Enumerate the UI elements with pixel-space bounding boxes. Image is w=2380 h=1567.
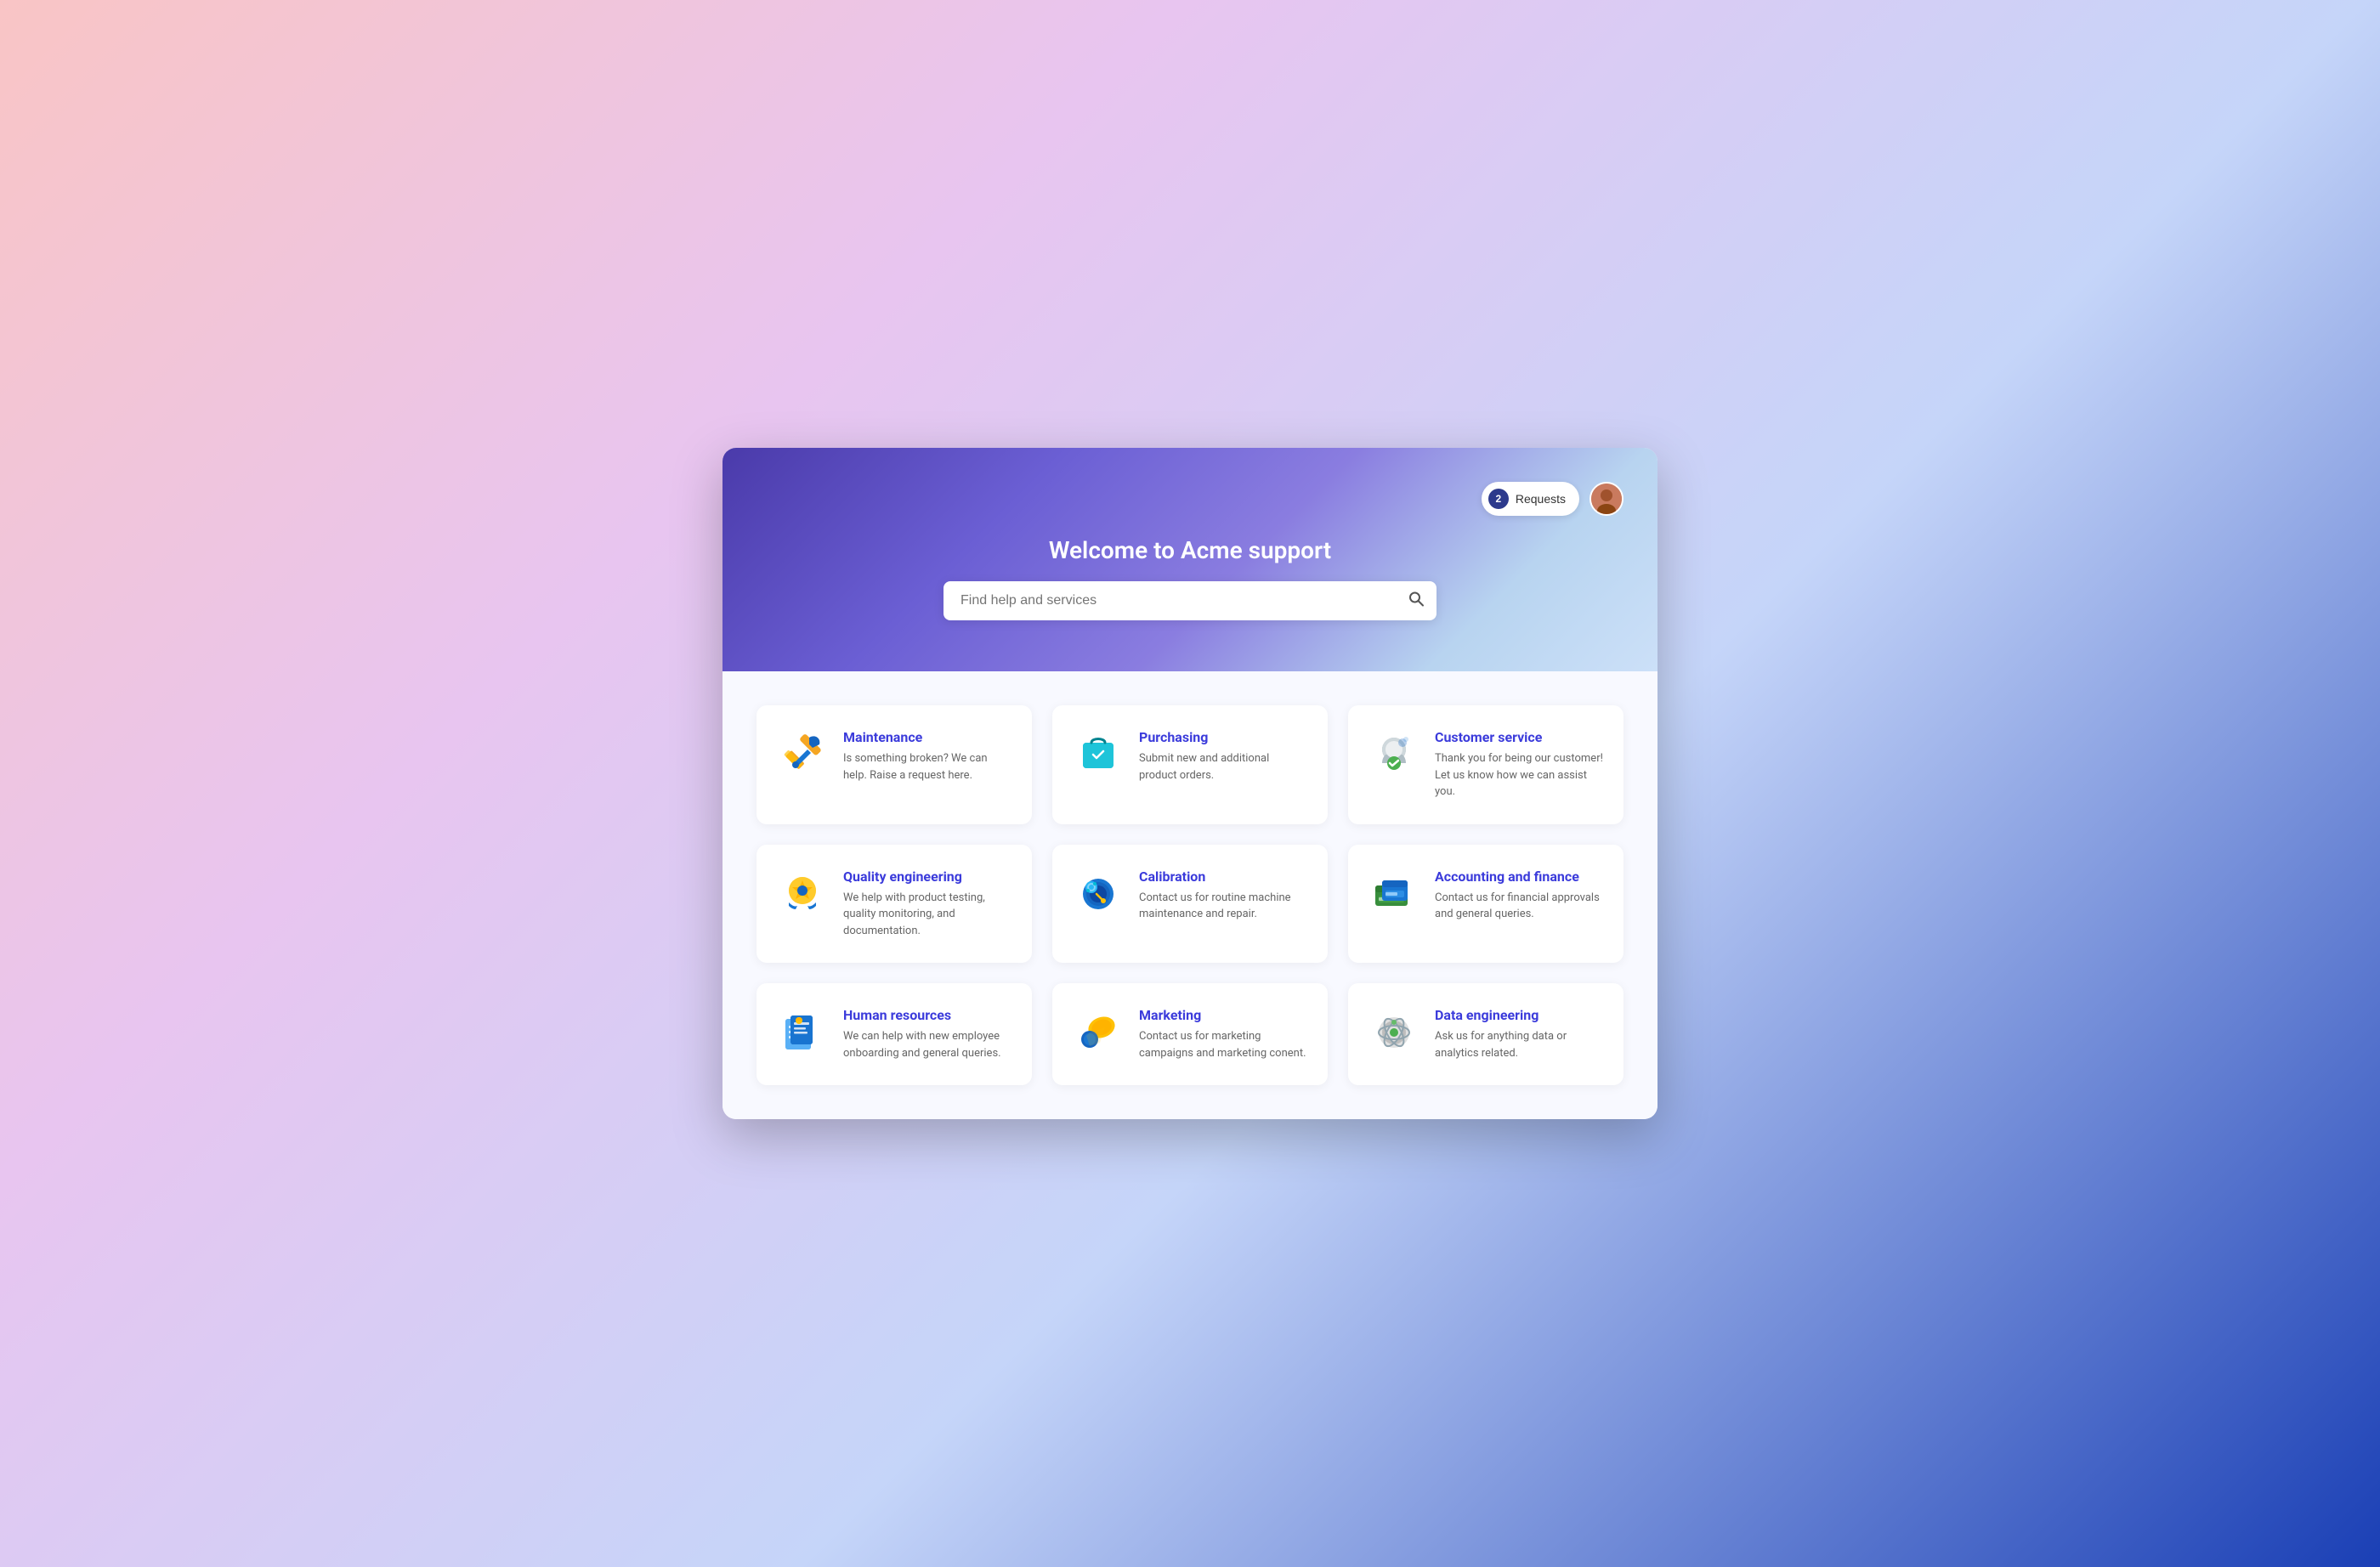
card-quality-engineering[interactable]: Quality engineering We help with product… (756, 845, 1032, 964)
customer-service-title: Customer service (1435, 729, 1603, 745)
maintenance-content: Maintenance Is something broken? We can … (843, 729, 1012, 784)
marketing-icon (1073, 1007, 1124, 1058)
accounting-finance-desc: Contact us for financial approvals and g… (1435, 890, 1603, 923)
marketing-content: Marketing Contact us for marketing campa… (1139, 1007, 1307, 1061)
customer-service-content: Customer service Thank you for being our… (1435, 729, 1603, 800)
card-data-engineering[interactable]: Data engineering Ask us for anything dat… (1348, 983, 1624, 1085)
data-engineering-title: Data engineering (1435, 1007, 1603, 1023)
card-marketing[interactable]: Marketing Contact us for marketing campa… (1052, 983, 1328, 1085)
purchasing-title: Purchasing (1139, 729, 1307, 745)
quality-engineering-content: Quality engineering We help with product… (843, 868, 1012, 940)
card-customer-service[interactable]: Customer service Thank you for being our… (1348, 705, 1624, 824)
marketing-title: Marketing (1139, 1007, 1307, 1023)
purchasing-content: Purchasing Submit new and additional pro… (1139, 729, 1307, 784)
data-engineering-content: Data engineering Ask us for anything dat… (1435, 1007, 1603, 1061)
avatar[interactable] (1590, 482, 1624, 516)
header-top: 2 Requests (756, 482, 1624, 516)
card-maintenance[interactable]: Maintenance Is something broken? We can … (756, 705, 1032, 824)
card-purchasing[interactable]: Purchasing Submit new and additional pro… (1052, 705, 1328, 824)
card-human-resources[interactable]: Human resources We can help with new emp… (756, 983, 1032, 1085)
cards-grid: Maintenance Is something broken? We can … (756, 705, 1624, 1085)
purchasing-icon (1073, 729, 1124, 780)
data-engineering-icon (1368, 1007, 1420, 1058)
accounting-finance-icon (1368, 868, 1420, 919)
quality-engineering-title: Quality engineering (843, 868, 1012, 885)
requests-badge: 2 (1488, 489, 1509, 509)
human-resources-icon (777, 1007, 828, 1058)
human-resources-desc: We can help with new employee onboarding… (843, 1028, 1012, 1061)
quality-engineering-desc: We help with product testing, quality mo… (843, 890, 1012, 940)
requests-button[interactable]: 2 Requests (1482, 482, 1579, 516)
purchasing-desc: Submit new and additional product orders… (1139, 750, 1307, 784)
calibration-icon (1073, 868, 1124, 919)
marketing-desc: Contact us for marketing campaigns and m… (1139, 1028, 1307, 1061)
main-content: Maintenance Is something broken? We can … (722, 671, 1658, 1119)
calibration-desc: Contact us for routine machine maintenan… (1139, 890, 1307, 923)
accounting-finance-content: Accounting and finance Contact us for fi… (1435, 868, 1603, 923)
page-title: Welcome to Acme support (1049, 536, 1331, 564)
quality-engineering-icon (777, 868, 828, 919)
customer-service-desc: Thank you for being our customer! Let us… (1435, 750, 1603, 800)
human-resources-content: Human resources We can help with new emp… (843, 1007, 1012, 1061)
requests-label: Requests (1516, 492, 1566, 506)
human-resources-title: Human resources (843, 1007, 1012, 1023)
data-engineering-desc: Ask us for anything data or analytics re… (1435, 1028, 1603, 1061)
header: 2 Requests Welcome to Acme support (722, 448, 1658, 671)
card-accounting-finance[interactable]: Accounting and finance Contact us for fi… (1348, 845, 1624, 964)
calibration-title: Calibration (1139, 868, 1307, 885)
search-icon (1408, 591, 1425, 608)
search-button[interactable] (1408, 591, 1425, 612)
calibration-content: Calibration Contact us for routine machi… (1139, 868, 1307, 923)
maintenance-icon (777, 729, 828, 780)
accounting-finance-title: Accounting and finance (1435, 868, 1603, 885)
app-window: 2 Requests Welcome to Acme support (722, 448, 1658, 1119)
maintenance-desc: Is something broken? We can help. Raise … (843, 750, 1012, 784)
card-calibration[interactable]: Calibration Contact us for routine machi… (1052, 845, 1328, 964)
search-input[interactable] (944, 581, 1436, 620)
maintenance-title: Maintenance (843, 729, 1012, 745)
customer-service-icon (1368, 729, 1420, 780)
search-bar (944, 581, 1436, 620)
